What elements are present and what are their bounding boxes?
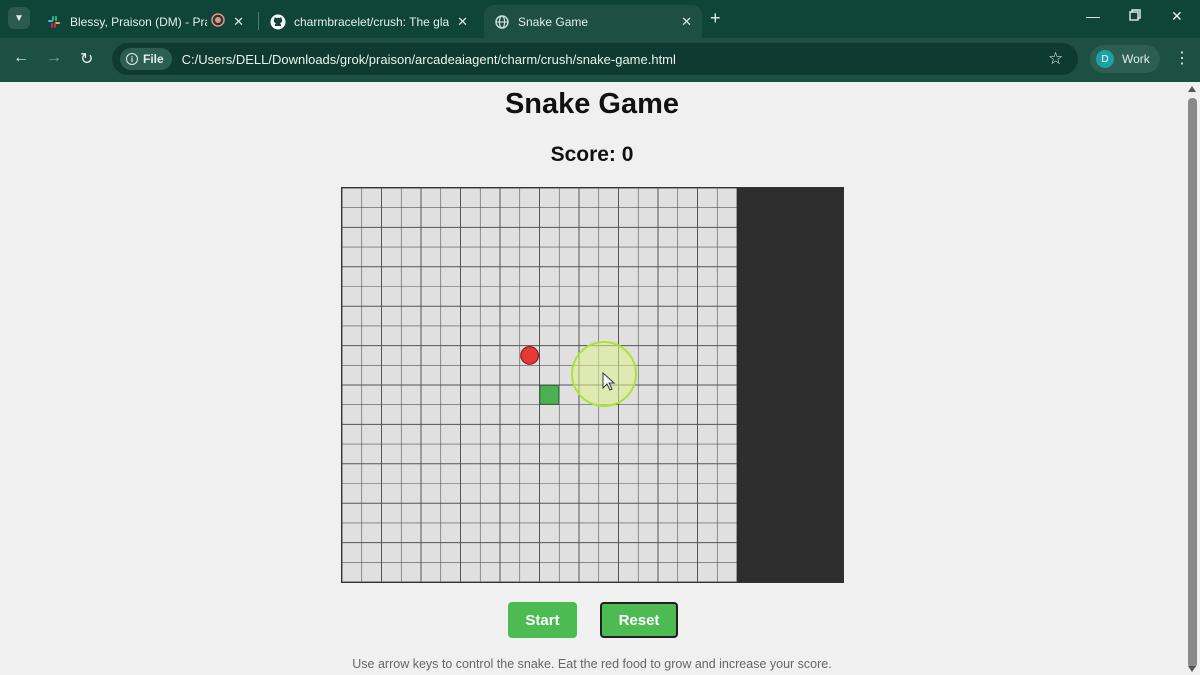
tab-separator <box>258 12 259 30</box>
snake-segment <box>539 385 560 405</box>
site-info-label: File <box>143 52 164 66</box>
window-close-icon[interactable]: ✕ <box>1171 8 1183 25</box>
avatar: D <box>1096 50 1114 68</box>
instructions-text: Use arrow keys to control the snake. Eat… <box>352 657 832 671</box>
tab-github-crush[interactable]: charmbracelet/crush: The glamourous ✕ <box>260 5 478 38</box>
recording-icon <box>211 13 225 30</box>
tab-title: charmbracelet/crush: The glamourous <box>294 14 450 29</box>
reload-icon[interactable]: ↻ <box>80 49 93 69</box>
menu-dots-icon[interactable]: ⋮ <box>1174 48 1190 68</box>
tab-title: Blessy, Praison (DM) - Praison <box>70 14 207 29</box>
score-display: Score: 0 <box>550 143 634 166</box>
site-info-chip[interactable]: i File <box>120 48 172 70</box>
page-scrollbar[interactable] <box>1184 82 1200 675</box>
new-tab-button[interactable]: + <box>710 8 721 29</box>
food-item <box>520 346 539 365</box>
slack-icon <box>46 14 62 30</box>
tab-slack-dm[interactable]: Blessy, Praison (DM) - Praison ✕ <box>36 5 254 38</box>
chevron-down-icon: ▼ <box>14 12 24 24</box>
reset-button[interactable]: Reset <box>600 602 678 638</box>
browser-toolbar: ← → ↻ i File C:/Users/DELL/Downloads/gro… <box>0 38 1200 82</box>
mouse-cursor-icon <box>602 371 616 397</box>
page-content: Snake Game Score: 0 Start Reset Use arro… <box>0 82 1184 675</box>
tab-search-button[interactable]: ▼ <box>8 7 30 29</box>
github-icon <box>270 14 286 30</box>
url-text[interactable]: C:/Users/DELL/Downloads/grok/praison/arc… <box>182 52 676 67</box>
info-icon: i <box>126 53 138 65</box>
address-bar[interactable]: i File C:/Users/DELL/Downloads/grok/prai… <box>112 43 1078 75</box>
profile-button[interactable]: D Work <box>1090 45 1160 73</box>
forward-icon[interactable]: → <box>46 49 62 67</box>
close-icon[interactable]: ✕ <box>457 14 468 30</box>
restore-icon[interactable] <box>1129 8 1141 24</box>
profile-label: Work <box>1122 52 1150 66</box>
minimize-icon[interactable]: — <box>1086 8 1100 24</box>
page-title: Snake Game <box>504 88 680 120</box>
scrollbar-thumb[interactable] <box>1188 98 1197 668</box>
back-icon[interactable]: ← <box>13 49 29 67</box>
scroll-down-icon[interactable] <box>1188 666 1196 672</box>
tab-strip: ▼ Blessy, Praison (DM) - Praison ✕ <box>0 0 1200 38</box>
bookmark-star-icon[interactable]: ☆ <box>1048 49 1063 69</box>
tab-title: Snake Game <box>518 14 589 29</box>
browser-chrome: ▼ Blessy, Praison (DM) - Praison ✕ <box>0 0 1200 82</box>
close-icon[interactable]: ✕ <box>233 14 244 30</box>
globe-icon <box>494 14 510 30</box>
scroll-up-icon[interactable] <box>1188 86 1196 92</box>
close-icon[interactable]: ✕ <box>681 14 692 30</box>
tab-snake-game[interactable]: Snake Game ✕ <box>484 5 702 38</box>
start-button[interactable]: Start <box>508 602 577 638</box>
game-grid <box>342 188 737 582</box>
